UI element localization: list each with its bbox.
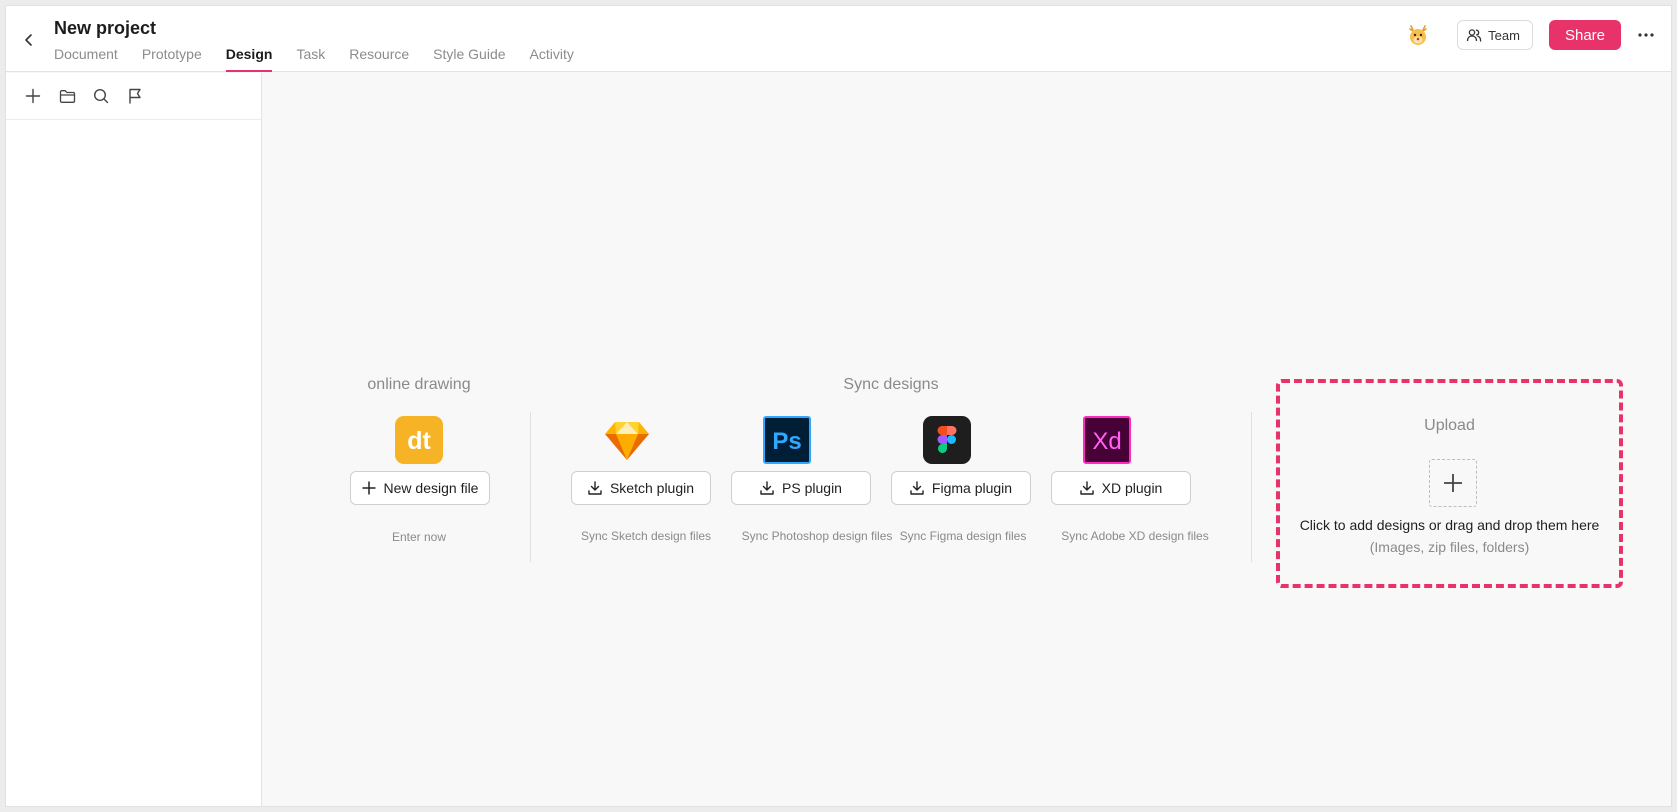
project-title: New project (54, 18, 157, 38)
svg-text:Ps: Ps (772, 428, 801, 455)
sketch-caption: Sync Sketch design files (580, 529, 712, 543)
plus-icon (362, 481, 376, 495)
avatar[interactable] (1405, 22, 1431, 48)
team-label: Team (1488, 27, 1520, 43)
figma-caption: Sync Figma design files (899, 529, 1027, 543)
download-icon (588, 481, 602, 495)
new-design-file-label: New design file (383, 480, 479, 496)
new-design-file-button[interactable]: New design file (350, 471, 490, 505)
xd-caption: Sync Adobe XD design files (1061, 529, 1209, 543)
sync-designs-title: Sync designs (843, 376, 939, 393)
add-icon (25, 88, 41, 104)
ps-plugin-label: PS plugin (782, 480, 842, 496)
figma-plugin-button[interactable]: Figma plugin (891, 471, 1031, 505)
ps-caption: Sync Photoshop design files (741, 529, 893, 543)
flag-button[interactable] (118, 82, 152, 110)
xd-icon: Xd (1083, 416, 1131, 464)
upload-instructions: Click to add designs or drag and drop th… (1299, 517, 1600, 533)
flag-icon (129, 88, 141, 104)
ps-plugin-button[interactable]: PS plugin (731, 471, 871, 505)
divider (1251, 412, 1252, 562)
folder-icon (59, 89, 75, 103)
back-button[interactable] (18, 29, 40, 51)
sketch-plugin-label: Sketch plugin (609, 480, 695, 496)
share-button[interactable]: Share (1548, 20, 1621, 50)
online-drawing-caption: Enter now (391, 530, 447, 544)
upload-title: Upload (1424, 417, 1475, 434)
ellipsis-icon (1638, 33, 1654, 37)
sketch-icon (603, 416, 651, 464)
upload-file-types: (Images, zip files, folders) (1369, 539, 1530, 555)
team-icon (1467, 29, 1482, 42)
folder-button[interactable] (50, 82, 84, 110)
add-button[interactable] (16, 82, 50, 110)
tab-style-guide[interactable]: Style Guide (433, 44, 505, 72)
header-actions: Team Share (1405, 20, 1657, 50)
figma-plugin-label: Figma plugin (931, 480, 1013, 496)
svg-text:dt: dt (407, 427, 431, 455)
more-options-button[interactable] (1635, 24, 1657, 46)
download-icon (760, 481, 774, 495)
dt-logo-icon: dt (395, 416, 443, 464)
xd-plugin-button[interactable]: XD plugin (1051, 471, 1191, 505)
search-button[interactable] (84, 82, 118, 110)
xd-plugin-label: XD plugin (1101, 480, 1163, 496)
download-icon (910, 481, 924, 495)
tab-activity[interactable]: Activity (530, 44, 574, 72)
tab-design[interactable]: Design (225, 44, 272, 72)
upload-add-button[interactable] (1429, 459, 1477, 507)
sidebar-toolbar (6, 73, 261, 120)
tab-document[interactable]: Document (54, 44, 118, 72)
tab-resource[interactable]: Resource (349, 44, 409, 72)
team-button[interactable]: Team (1457, 20, 1533, 50)
tab-bar: Document Prototype Design Task Resource … (54, 44, 598, 72)
top-bar: New project Document Prototype Design Ta… (6, 6, 1671, 72)
avatar-icon (1409, 25, 1427, 45)
figma-icon (923, 416, 971, 464)
sidebar (6, 73, 262, 806)
tab-prototype[interactable]: Prototype (142, 44, 202, 72)
download-icon (1079, 481, 1094, 495)
svg-text:Xd: Xd (1092, 428, 1121, 455)
search-icon (93, 88, 109, 104)
chevron-left-icon (25, 34, 32, 46)
tab-task[interactable]: Task (296, 44, 325, 72)
sketch-plugin-button[interactable]: Sketch plugin (571, 471, 711, 505)
photoshop-icon: Ps (763, 416, 811, 464)
upload-dropzone[interactable]: Upload Click to add designs or drag and … (1276, 379, 1623, 588)
divider (530, 412, 531, 562)
app-window: New project Document Prototype Design Ta… (5, 5, 1672, 807)
plus-icon (1444, 474, 1462, 492)
design-empty-state: online drawing dt New design file Enter … (263, 73, 1671, 806)
online-drawing-title: online drawing (367, 376, 471, 393)
